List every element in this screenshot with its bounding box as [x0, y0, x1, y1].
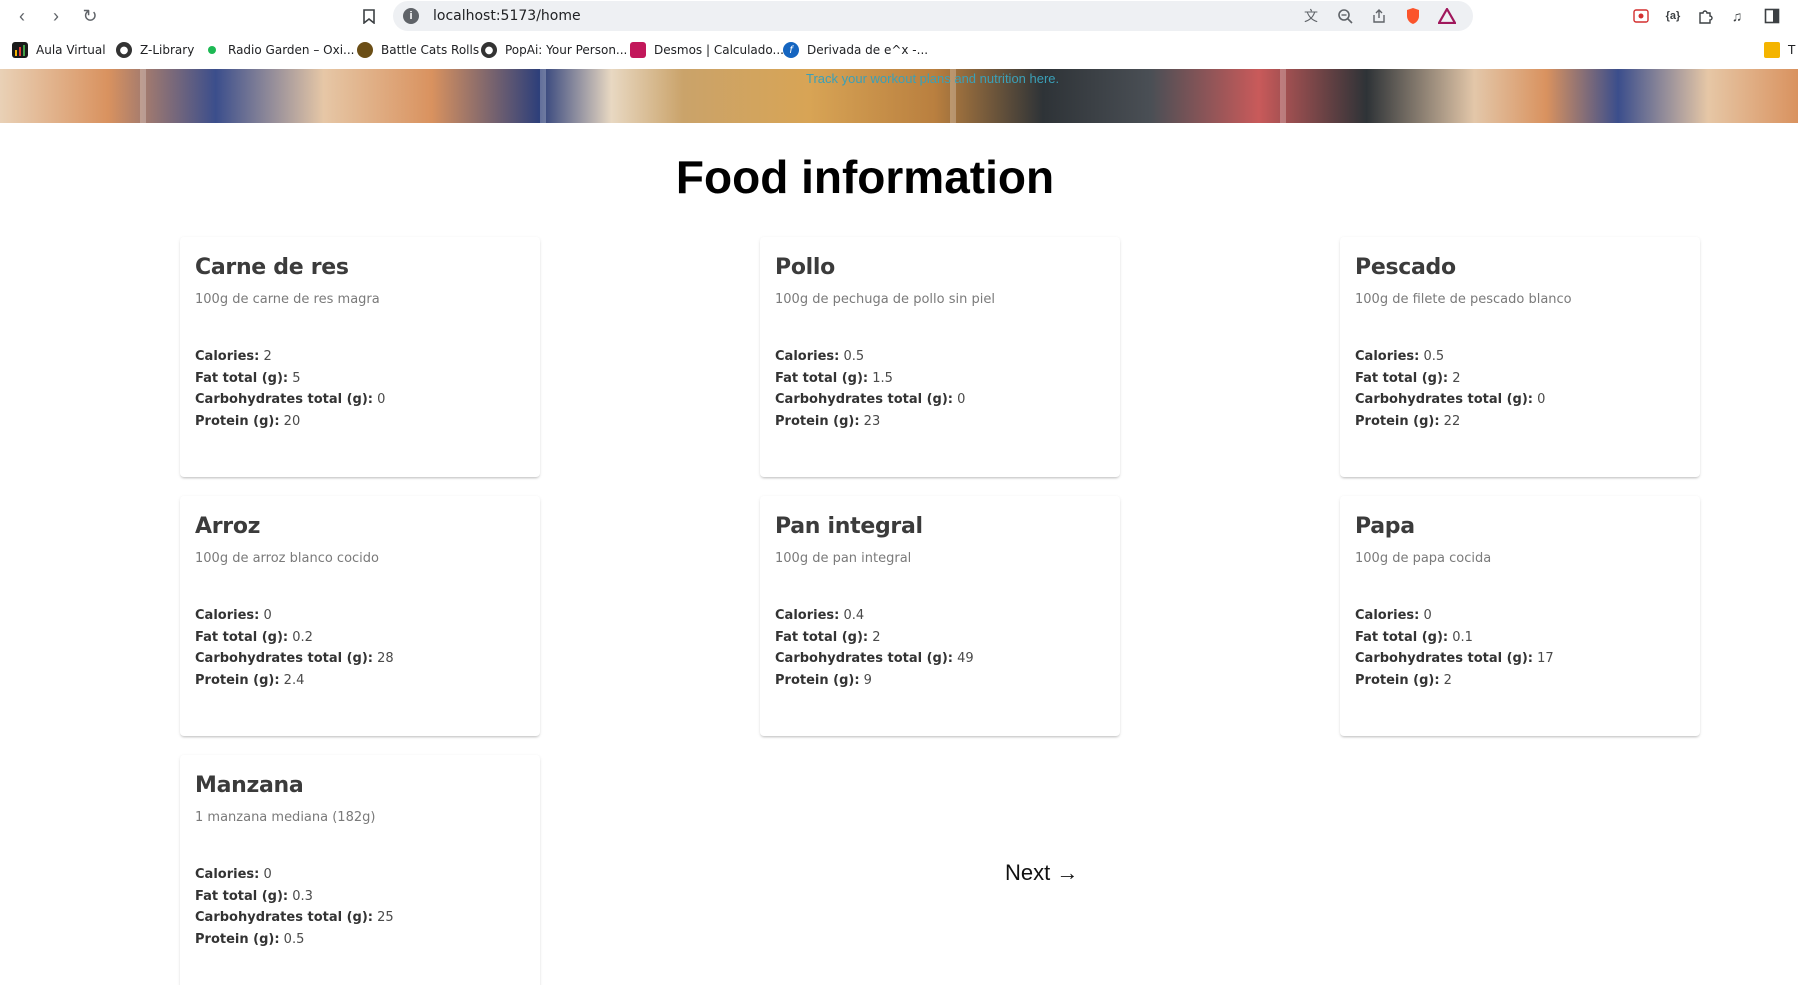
bookmark-label: Radio Garden – Oxi... [228, 43, 355, 57]
globe-icon: ● [116, 42, 132, 58]
banner-decoration [140, 69, 146, 123]
food-portion: 100g de pan integral [775, 551, 912, 566]
bookmark-z-library[interactable]: ● Z-Library [116, 40, 194, 60]
desmos-icon [630, 42, 646, 58]
bookmark-label: Aula Virtual [36, 43, 106, 57]
bookmark-label: Z-Library [140, 43, 195, 57]
carbs-row: Carbohydrates total (g): 0 [1355, 392, 1546, 407]
food-name: Papa [1355, 514, 1415, 539]
banner-decoration [540, 69, 546, 123]
page-title: Food information [675, 151, 1055, 203]
extension-record-icon[interactable] [1630, 5, 1652, 27]
extension-json-icon[interactable]: {a} [1662, 5, 1684, 27]
food-name: Pan integral [775, 514, 923, 539]
reload-icon[interactable]: ↻ [78, 4, 102, 28]
address-url[interactable]: localhost:5173/home [433, 8, 581, 24]
bookmark-label: Battle Cats Rolls [381, 43, 480, 57]
food-name: Manzana [195, 773, 304, 798]
food-name: Carne de res [195, 255, 349, 280]
calories-row: Calories: 2 [195, 349, 272, 364]
calories-row: Calories: 0 [1355, 608, 1432, 623]
brave-shield-icon[interactable] [1403, 6, 1423, 26]
food-portion: 100g de pechuga de pollo sin piel [775, 292, 995, 307]
calories-row: Calories: 0 [195, 867, 272, 882]
bookmark-radio-garden[interactable]: Radio Garden – Oxi... [204, 40, 354, 60]
calories-row: Calories: 0.5 [1355, 349, 1445, 364]
food-card: Arroz 100g de arroz blanco cocido Calori… [180, 496, 540, 736]
food-portion: 1 manzana mediana (182g) [195, 810, 376, 825]
protein-row: Protein (g): 0.5 [195, 931, 305, 947]
extensions-puzzle-icon[interactable] [1694, 5, 1716, 27]
carbs-row: Carbohydrates total (g): 17 [1355, 651, 1554, 666]
protein-row: Protein (g): 2.4 [195, 672, 305, 688]
bookmark-label: Desmos | Calculado... [654, 43, 784, 57]
bookmark-battle-cats[interactable]: Battle Cats Rolls [357, 40, 479, 60]
green-dot-icon [204, 42, 220, 58]
banner-decoration [1280, 69, 1286, 123]
forward-icon[interactable]: › [44, 4, 68, 28]
carbs-row: Carbohydrates total (g): 28 [195, 651, 394, 666]
folder-icon [1764, 42, 1780, 58]
bookmark-popai[interactable]: ● PopAi: Your Person... [481, 40, 627, 60]
fat-row: Fat total (g): 0.3 [195, 888, 313, 904]
fat-row: Fat total (g): 2 [775, 629, 881, 645]
protein-row: Protein (g): 23 [775, 413, 881, 429]
protein-row: Protein (g): 22 [1355, 413, 1461, 429]
sidebar-toggle-icon[interactable] [1761, 5, 1783, 27]
carbs-row: Carbohydrates total (g): 0 [195, 392, 386, 407]
fat-row: Fat total (g): 2 [1355, 370, 1461, 386]
protein-row: Protein (g): 20 [195, 413, 301, 429]
fat-row: Fat total (g): 0.2 [195, 629, 313, 645]
carbs-row: Carbohydrates total (g): 49 [775, 651, 974, 666]
share-icon[interactable] [1369, 6, 1389, 26]
site-info-icon[interactable]: i [403, 8, 419, 24]
zoom-icon[interactable] [1335, 6, 1355, 26]
bookmark-label: PopAi: Your Person... [505, 43, 628, 57]
fat-row: Fat total (g): 0.1 [1355, 629, 1473, 645]
calories-row: Calories: 0.4 [775, 608, 865, 623]
bookmark-folder[interactable]: T [1764, 40, 1795, 60]
protein-row: Protein (g): 2 [1355, 672, 1452, 688]
food-card: Carne de res 100g de carne de res magra … [180, 237, 540, 477]
hero-banner: Track your workout plans and nutrition h… [0, 69, 1798, 123]
bar-chart-icon [12, 42, 28, 58]
protein-row: Protein (g): 9 [775, 672, 872, 688]
food-name: Arroz [195, 514, 261, 539]
food-name: Pollo [775, 255, 835, 280]
next-page-button[interactable]: Next → [1005, 860, 1078, 886]
bookmark-derivada[interactable]: f Derivada de e^x -... [783, 40, 928, 60]
cat-icon [357, 42, 373, 58]
calories-row: Calories: 0.5 [775, 349, 865, 364]
food-card: Manzana 1 manzana mediana (182g) Calorie… [180, 755, 540, 985]
food-portion: 100g de papa cocida [1355, 551, 1492, 566]
globe-icon: ● [481, 42, 497, 58]
bookmarks-bar: Aula Virtual ● Z-Library Radio Garden – … [0, 38, 1798, 62]
food-portion: 100g de arroz blanco cocido [195, 551, 379, 566]
address-bar[interactable]: i localhost:5173/home 文 [393, 1, 1473, 31]
back-icon[interactable]: ‹ [10, 4, 34, 28]
bookmark-page-icon[interactable] [358, 5, 380, 27]
bookmark-desmos[interactable]: Desmos | Calculado... [630, 40, 784, 60]
media-control-icon[interactable]: ♫ [1726, 5, 1748, 27]
bookmark-label: Derivada de e^x -... [807, 43, 929, 57]
fat-row: Fat total (g): 1.5 [775, 370, 893, 386]
bookmark-folder-label: T [1788, 43, 1796, 57]
carbs-row: Carbohydrates total (g): 0 [775, 392, 966, 407]
food-card: Pollo 100g de pechuga de pollo sin piel … [760, 237, 1120, 477]
carbs-row: Carbohydrates total (g): 25 [195, 910, 394, 925]
brave-rewards-icon[interactable] [1437, 6, 1457, 26]
food-card: Pan integral 100g de pan integral Calori… [760, 496, 1120, 736]
food-portion: 100g de filete de pescado blanco [1355, 292, 1572, 307]
browser-toolbar: ‹ › ↻ i localhost:5173/home 文 {a} ♫ [0, 0, 1798, 32]
hero-tagline: Track your workout plans and nutrition h… [806, 71, 1060, 86]
bookmark-aula-virtual[interactable]: Aula Virtual [12, 40, 106, 60]
translate-icon[interactable]: 文 [1301, 6, 1321, 26]
derivative-icon: f [783, 42, 799, 58]
food-portion: 100g de carne de res magra [195, 292, 380, 307]
food-card: Papa 100g de papa cocida Calories: 0 Fat… [1340, 496, 1700, 736]
fat-row: Fat total (g): 5 [195, 370, 301, 386]
calories-row: Calories: 0 [195, 608, 272, 623]
food-name: Pescado [1355, 255, 1456, 280]
food-card: Pescado 100g de filete de pescado blanco… [1340, 237, 1700, 477]
